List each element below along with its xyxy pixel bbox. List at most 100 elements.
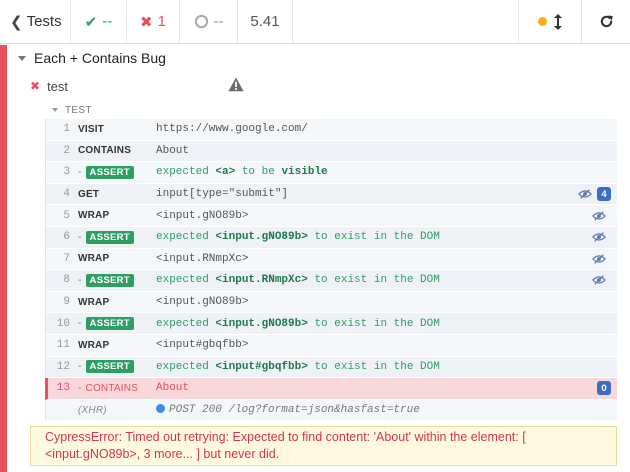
command-row[interactable]: 12- ASSERT expected <input#gbqfbb> to exis… bbox=[46, 356, 617, 379]
test-header[interactable]: ✖ test bbox=[30, 78, 68, 94]
assert-suffix: visible bbox=[281, 166, 328, 179]
command-name: WRAP bbox=[78, 210, 110, 222]
error-message[interactable]: CypressError: Timed out retrying: Expect… bbox=[30, 426, 617, 466]
assert-badge: ASSERT bbox=[85, 317, 134, 331]
check-icon: ✔ bbox=[84, 13, 98, 31]
caret-down-icon bbox=[18, 55, 26, 61]
command-message: expected <input.gNO89b> to exist in the … bbox=[156, 318, 611, 330]
xhr-status-dot bbox=[156, 404, 165, 414]
command-number: 10 bbox=[56, 317, 70, 330]
eye-slash-icon-wrap[interactable] bbox=[591, 231, 607, 243]
eye-slash-icon-wrap[interactable] bbox=[591, 210, 607, 222]
command-message: expected <input.gNO89b> to exist in the … bbox=[156, 231, 591, 243]
tests-label: Tests bbox=[26, 13, 62, 30]
assert-subject: <input.gNO89b> bbox=[215, 317, 308, 330]
assert-middle: to exist in the DOM bbox=[307, 360, 440, 373]
running-status-indicator bbox=[538, 17, 547, 26]
command-message: About bbox=[156, 382, 190, 395]
command-message: expected <input.RNmpXc> to exist in the … bbox=[156, 274, 591, 286]
eye-slash-icon-wrap[interactable] bbox=[591, 274, 607, 286]
header-spacer bbox=[293, 0, 518, 43]
refresh-icon bbox=[600, 15, 613, 28]
command-list: 1 VISIT https://www.google.com/2 CONTAINS Ab… bbox=[45, 119, 617, 422]
hook-title: TEST bbox=[65, 104, 92, 116]
suite-header[interactable]: Each + Contains Bug bbox=[18, 50, 166, 66]
assert-badge: ASSERT bbox=[85, 273, 134, 287]
command-number: 13 bbox=[56, 382, 70, 395]
xhr-row[interactable]: (XHR) POST 200 /log?format=json&hasfast=t… bbox=[46, 399, 617, 422]
assert-subject: <input#gbqfbb> bbox=[215, 360, 308, 373]
command-message: expected <a> to be visible bbox=[156, 166, 611, 178]
command-row[interactable]: 10- ASSERT expected <input.gNO89b> to exis… bbox=[46, 313, 617, 335]
reporter-header: ❮ Tests ✔ -- ✖ 1 -- 5.41 bbox=[0, 0, 630, 44]
command-number: 12 bbox=[56, 360, 70, 373]
command-name: - ASSERT bbox=[70, 273, 156, 287]
passed-stat: ✔ -- bbox=[71, 0, 127, 43]
error-text: CypressError: Timed out retrying: Expect… bbox=[45, 430, 526, 461]
command-name: - CONTAINS bbox=[78, 382, 139, 394]
command-message: About bbox=[156, 144, 190, 157]
eye-slash-icon bbox=[592, 254, 606, 264]
eye-slash-icon bbox=[592, 232, 606, 243]
command-row[interactable]: 1 VISIT https://www.google.com/ bbox=[46, 119, 617, 141]
command-name: VISIT bbox=[78, 123, 105, 135]
eye-slash-icon-wrap[interactable] bbox=[577, 188, 593, 200]
assert-badge: ASSERT bbox=[85, 165, 134, 179]
command-row[interactable]: 7 WRAP <input.RNmpXc> bbox=[46, 248, 617, 271]
failed-stat: ✖ 1 bbox=[127, 0, 180, 43]
command-name: WRAP bbox=[78, 296, 110, 308]
command-name: - ASSERT bbox=[70, 360, 156, 374]
command-row[interactable]: 11 WRAP <input#gbqfbb> bbox=[46, 334, 617, 357]
command-number: 7 bbox=[63, 252, 70, 265]
command-message: input[type="submit"] bbox=[156, 188, 289, 201]
tests-button[interactable]: ❮ Tests bbox=[0, 0, 71, 43]
assert-prefix: expected bbox=[156, 360, 216, 373]
auto-scroll-toggle[interactable] bbox=[518, 0, 582, 43]
command-number: 9 bbox=[63, 296, 70, 309]
failed-x-icon: ✖ bbox=[30, 79, 41, 93]
element-count-badge: 0 bbox=[597, 381, 611, 396]
command-name: WRAP bbox=[78, 253, 110, 265]
eye-slash-icon bbox=[592, 210, 606, 221]
command-row[interactable]: 3- ASSERT expected <a> to be visible bbox=[46, 162, 617, 184]
caret-down-icon bbox=[52, 108, 58, 112]
command-row[interactable]: 6- ASSERT expected <input.gNO89b> to exist… bbox=[46, 226, 617, 249]
command-name-text: CONTAINS bbox=[85, 382, 139, 394]
duration-value: 5.41 bbox=[250, 13, 280, 30]
command-message: expected <input#gbqfbb> to exist in the … bbox=[156, 361, 611, 373]
command-row[interactable]: 2 CONTAINS About bbox=[46, 140, 617, 163]
circle-notch-icon bbox=[194, 14, 208, 29]
hook-header[interactable]: TEST bbox=[52, 103, 92, 117]
eye-slash-icon bbox=[578, 189, 592, 199]
command-row[interactable]: 5 WRAP <input.gNO89b> bbox=[46, 205, 617, 227]
command-name: CONTAINS bbox=[78, 145, 132, 157]
command-row[interactable]: 4 GET input[type="submit"] 4 bbox=[46, 183, 617, 206]
assert-subject: <a> bbox=[215, 166, 236, 179]
x-icon: ✖ bbox=[140, 13, 153, 31]
command-row[interactable]: 8- ASSERT expected <input.RNmpXc> to exist… bbox=[46, 270, 617, 292]
eye-slash-icon bbox=[592, 275, 606, 286]
command-name: - ASSERT bbox=[70, 230, 156, 244]
warning-icon bbox=[228, 77, 244, 92]
assert-middle: to be bbox=[235, 166, 282, 179]
command-number: 1 bbox=[63, 123, 70, 136]
passed-count: -- bbox=[102, 13, 113, 30]
command-number: 2 bbox=[63, 144, 70, 157]
command-message: <input.gNO89b> bbox=[156, 209, 249, 222]
eye-slash-icon-wrap[interactable] bbox=[591, 253, 607, 265]
assert-subject: <input.RNmpXc> bbox=[215, 274, 308, 287]
assert-badge: ASSERT bbox=[85, 230, 134, 244]
assert-prefix: expected bbox=[156, 231, 216, 244]
command-row-failed[interactable]: 13 - CONTAINS About 0 bbox=[45, 378, 617, 400]
duration-stat: 5.41 bbox=[238, 0, 293, 43]
assert-prefix: expected bbox=[156, 274, 216, 287]
command-number: 4 bbox=[63, 188, 70, 201]
command-message: <input.gNO89b> bbox=[156, 296, 249, 309]
arrows-vertical-icon bbox=[554, 13, 562, 30]
command-number: 3 bbox=[63, 166, 70, 179]
restart-button[interactable] bbox=[582, 0, 630, 43]
test-title: test bbox=[47, 78, 69, 94]
chevron-left-icon: ❮ bbox=[10, 13, 23, 31]
assert-middle: to exist in the DOM bbox=[307, 317, 440, 330]
command-row[interactable]: 9 WRAP <input.gNO89b> bbox=[46, 291, 617, 314]
